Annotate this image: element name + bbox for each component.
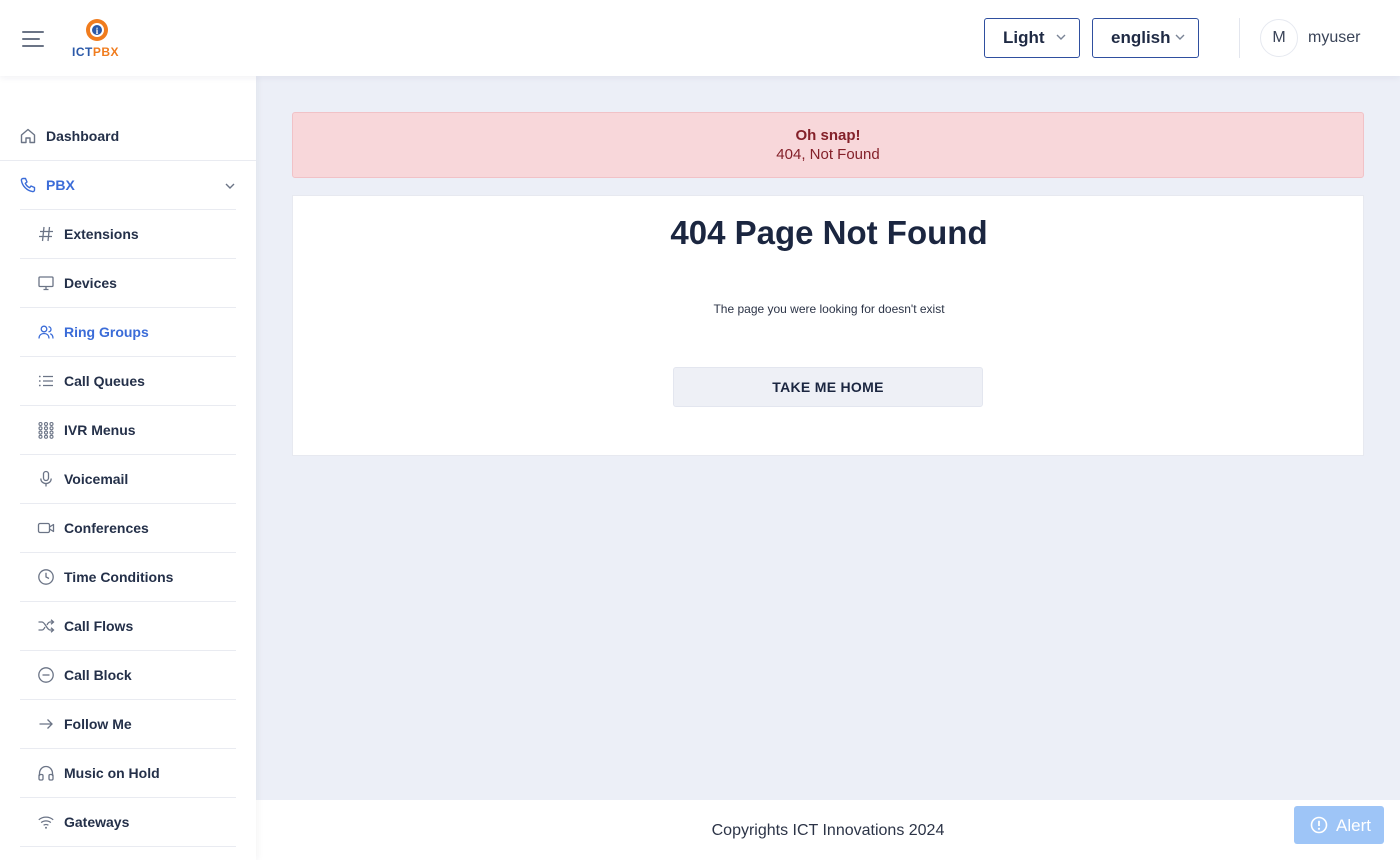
user-name[interactable]: myuser xyxy=(1308,29,1360,47)
sidebar-item-label: Conferences xyxy=(64,520,149,536)
chevron-down-icon xyxy=(1056,34,1066,40)
sidebar-item-music-on-hold[interactable]: Music on Hold xyxy=(36,749,236,797)
headphones-icon xyxy=(36,763,56,783)
sidebar-item-call-block[interactable]: Call Block xyxy=(36,651,236,699)
sidebar-item-label: Music on Hold xyxy=(64,765,160,781)
wifi-icon xyxy=(36,812,56,832)
alert-message: 404, Not Found xyxy=(776,146,880,163)
sidebar-item-conferences[interactable]: Conferences xyxy=(36,504,236,552)
user-avatar[interactable]: M xyxy=(1260,19,1298,57)
top-bar: i ICTPBX Light english M myuser xyxy=(0,0,1400,76)
sidebar-item-gateways[interactable]: Gateways xyxy=(36,798,236,846)
grid-icon xyxy=(36,420,56,440)
copyright-text: Copyrights ICT Innovations 2024 xyxy=(711,822,945,839)
sidebar-item-label: Dashboard xyxy=(46,128,120,144)
sidebar-item-call-queues[interactable]: Call Queues xyxy=(36,357,236,405)
chevron-down-icon xyxy=(1175,34,1185,40)
sidebar: Dashboard PBX Extensions Devices Ring Gr… xyxy=(0,76,256,860)
theme-select-value: Light xyxy=(1003,28,1045,47)
sidebar-item-label: Time Conditions xyxy=(64,569,174,585)
sidebar-item-follow-me[interactable]: Follow Me xyxy=(36,700,236,748)
footer: Copyrights ICT Innovations 2024 xyxy=(256,800,1400,860)
hash-icon xyxy=(36,224,56,244)
page-title: 404 Page Not Found xyxy=(670,214,988,251)
sidebar-item-label: Follow Me xyxy=(64,716,132,732)
home-icon xyxy=(18,126,38,146)
language-select[interactable]: english xyxy=(1092,18,1199,58)
sidebar-item-label: Call Queues xyxy=(64,373,145,389)
page-subtitle: The page you were looking for doesn't ex… xyxy=(713,302,945,316)
logo-text: ICTPBX xyxy=(72,45,120,59)
sidebar-item-ivr-menus[interactable]: IVR Menus xyxy=(36,406,236,454)
users-icon xyxy=(36,322,56,342)
phone-icon xyxy=(18,175,38,195)
microphone-icon xyxy=(36,469,56,489)
error-alert: Oh snap! 404, Not Found xyxy=(292,112,1364,178)
header-divider xyxy=(1239,18,1240,58)
sidebar-divider xyxy=(20,846,236,847)
list-icon xyxy=(36,371,56,391)
sidebar-item-pbx[interactable]: PBX xyxy=(18,161,256,209)
sidebar-item-label: Call Block xyxy=(64,667,132,683)
chevron-down-icon[interactable] xyxy=(222,178,238,194)
sidebar-item-ring-groups[interactable]: Ring Groups xyxy=(36,308,236,356)
monitor-icon xyxy=(36,273,56,293)
sidebar-item-label: Extensions xyxy=(64,226,139,242)
theme-select[interactable]: Light xyxy=(984,18,1080,58)
shuffle-icon xyxy=(36,616,56,636)
ictpbx-logo[interactable]: i ICTPBX xyxy=(72,16,126,60)
sidebar-item-call-flows[interactable]: Call Flows xyxy=(36,602,236,650)
sidebar-item-devices[interactable]: Devices xyxy=(36,259,236,307)
sidebar-item-label: Call Flows xyxy=(64,618,134,634)
menu-toggle-icon[interactable] xyxy=(22,28,46,48)
sidebar-item-voicemail[interactable]: Voicemail xyxy=(36,455,236,503)
take-me-home-button[interactable]: TAKE ME HOME xyxy=(673,367,983,407)
sidebar-item-label: PBX xyxy=(46,177,75,193)
sidebar-item-label: Devices xyxy=(64,275,117,291)
sidebar-item-label: Ring Groups xyxy=(64,324,149,340)
sidebar-item-dashboard[interactable]: Dashboard xyxy=(18,112,256,160)
sidebar-item-label: IVR Menus xyxy=(64,422,136,438)
not-found-card: 404 Page Not Found The page you were loo… xyxy=(292,195,1364,456)
arrow-right-icon xyxy=(36,714,56,734)
sidebar-item-extensions[interactable]: Extensions xyxy=(36,210,236,258)
language-select-value: english xyxy=(1111,28,1171,47)
minus-circle-icon xyxy=(36,665,56,685)
alert-circle-icon xyxy=(1310,816,1328,834)
alert-button-label: Alert xyxy=(1336,816,1371,835)
logo-mark-icon: i xyxy=(86,19,108,41)
alert-button[interactable]: Alert xyxy=(1294,806,1384,844)
video-icon xyxy=(36,518,56,538)
sidebar-item-time-conditions[interactable]: Time Conditions xyxy=(36,553,236,601)
sidebar-item-label: Voicemail xyxy=(64,471,129,487)
clock-icon xyxy=(36,567,56,587)
alert-title: Oh snap! xyxy=(795,127,861,144)
sidebar-item-label: Gateways xyxy=(64,814,130,830)
